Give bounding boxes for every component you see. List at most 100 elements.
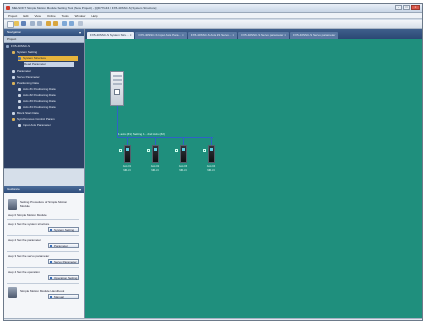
- step0-text: step 0 Simple Motion Module: [8, 213, 47, 217]
- tree-node-servo-parameter[interactable]: Servo Parameter: [12, 75, 40, 80]
- minimize-button[interactable]: -: [395, 5, 402, 10]
- divider: [7, 267, 79, 268]
- tree-node-axis2-data[interactable]: Axis #2 Positioning Data: [18, 93, 56, 98]
- structure-icon: [18, 57, 21, 60]
- folder-icon: [12, 82, 15, 85]
- manual-button[interactable]: Manual: [48, 294, 79, 299]
- servo-amp-axis2[interactable]: [152, 145, 159, 163]
- tab-system-structure[interactable]: FX5-40SSC-S System Stru... ×: [87, 32, 135, 39]
- pin-icon[interactable]: ▾: [79, 30, 81, 35]
- tab-close-icon[interactable]: ×: [130, 32, 132, 39]
- data-icon: [18, 88, 21, 91]
- servo-parameter-button[interactable]: Servo Parameter: [48, 259, 79, 264]
- network-drop: [211, 137, 212, 145]
- tab-close-icon[interactable]: ×: [284, 32, 286, 39]
- axis-icon: [18, 124, 21, 127]
- folder-icon: [12, 51, 15, 54]
- close-button[interactable]: ×: [411, 5, 420, 10]
- monitor-icon[interactable]: [62, 21, 67, 26]
- tree-node-block-start[interactable]: Block Start Data: [12, 111, 39, 116]
- data-icon: [18, 94, 21, 97]
- motion-module[interactable]: [110, 71, 124, 106]
- servo-symbol-icon: [147, 149, 150, 152]
- title-bar: MELSOFT Simple Motion Module Setting Too…: [4, 4, 422, 13]
- operation-setting-button[interactable]: Operation Setting: [48, 275, 79, 280]
- window-title: MELSOFT Simple Motion Module Setting Too…: [12, 6, 157, 10]
- tree-node-sync-control[interactable]: Synchronous Control Param: [12, 117, 55, 122]
- navigation-header-label: Navigation: [7, 30, 22, 34]
- maximize-button[interactable]: □: [403, 5, 410, 10]
- parameter-icon: [12, 70, 15, 73]
- divider: [7, 283, 79, 284]
- data-icon: [18, 106, 21, 109]
- amp-display: [210, 148, 213, 151]
- project-tree: FX5-40SSC-S System Setting System Struct…: [4, 43, 84, 168]
- tab-input-axis[interactable]: FX5-40SSC-S Input Axis Para... ×: [135, 32, 187, 39]
- servo-icon: [12, 76, 15, 79]
- tab-close-icon[interactable]: ×: [232, 32, 234, 39]
- network-drop: [127, 137, 128, 145]
- servo-amp-axis3[interactable]: [180, 145, 187, 163]
- open-folder-icon[interactable]: [14, 21, 19, 26]
- amp-axis4-model: MR-J4: [207, 169, 215, 172]
- connector-icon: [114, 89, 120, 95]
- step2-text: step 2 Set the parameter: [8, 238, 42, 242]
- toolbar: [4, 20, 422, 29]
- write-to-module-icon[interactable]: [53, 21, 58, 26]
- module-led: [113, 83, 122, 85]
- servo-amp-axis1[interactable]: [124, 145, 131, 163]
- menu-help[interactable]: Help: [91, 13, 97, 18]
- panel-splitter[interactable]: [4, 168, 84, 187]
- tree-node-system-structure[interactable]: System Structure: [18, 56, 78, 61]
- system-structure-canvas[interactable]: 1 axis (#1) Setting 1 - 2nd Axis (#2) Ax…: [85, 39, 422, 318]
- module-icon: [6, 45, 9, 48]
- tree-node-axis4-data[interactable]: Axis #4 Positioning Data: [18, 105, 56, 110]
- app-window: MELSOFT Simple Motion Module Setting Too…: [3, 3, 423, 321]
- tree-node-parameter[interactable]: Parameter: [12, 69, 31, 74]
- manual-title: Simple Motion Module Handbook: [20, 289, 65, 293]
- module-led: [113, 75, 122, 77]
- tab-servo-parameter-1[interactable]: FX5-40SSC-S Servo parameter ×: [238, 32, 290, 39]
- help-icon[interactable]: [78, 21, 83, 26]
- tree-node-axis1-data[interactable]: Axis #1 Positioning Data: [18, 87, 56, 92]
- document-tabs: FX5-40SSC-S System Stru... × FX5-40SSC-S …: [85, 29, 422, 39]
- procedure-title: Setting Procedure of Simple Motion Modul…: [20, 200, 68, 208]
- project-subheader: Project: [4, 36, 84, 43]
- menu-online[interactable]: Online: [47, 13, 56, 18]
- tab-close-icon[interactable]: ×: [182, 32, 184, 39]
- parameter-button[interactable]: Parameter: [48, 243, 79, 248]
- divider: [7, 251, 79, 252]
- tab-axis1-servo[interactable]: FX5-40SSC-S Axis #1 Servo... ×: [187, 32, 238, 39]
- tree-node-module[interactable]: FX5-40SSC-S: [6, 44, 30, 49]
- system-setting-button[interactable]: System Setting: [48, 227, 79, 232]
- copy-icon[interactable]: [37, 21, 42, 26]
- new-project-icon[interactable]: [7, 21, 14, 28]
- menu-window[interactable]: Window: [75, 13, 86, 18]
- network-label: 1 axis (#1) Setting 1 - 2nd Axis (#2): [118, 132, 165, 136]
- read-from-module-icon[interactable]: [46, 21, 51, 26]
- servo-symbol-icon: [175, 149, 178, 152]
- amp-axis4-label: Axis #4: [206, 165, 216, 168]
- servo-amp-axis4[interactable]: [208, 145, 215, 163]
- tree-node-input-axis[interactable]: Input Axis Parameter: [18, 123, 51, 128]
- save-icon[interactable]: [21, 21, 26, 26]
- guidance-header: Guidance ▾: [4, 186, 84, 193]
- status-bar: [4, 318, 422, 320]
- tree-node-system-setting[interactable]: System Setting: [12, 50, 37, 55]
- menu-project[interactable]: Project: [8, 13, 17, 18]
- menu-tools[interactable]: Tools: [62, 13, 69, 18]
- amp-display: [182, 148, 185, 151]
- tree-node-positioning-data[interactable]: Positioning Data: [12, 81, 39, 86]
- module-led: [113, 79, 122, 81]
- tree-node-axis3-data[interactable]: Axis #3 Positioning Data: [18, 99, 56, 104]
- menu-edit[interactable]: Edit: [23, 13, 28, 18]
- test-icon[interactable]: [69, 21, 74, 26]
- servo-symbol-icon: [119, 149, 122, 152]
- tab-servo-parameter-2[interactable]: FX5-40SSC-S Servo parameter: [290, 32, 339, 39]
- pin-icon[interactable]: ▾: [79, 187, 81, 192]
- tree-node-read-parameter[interactable]: Read Parameter: [24, 62, 74, 67]
- amp-display: [154, 148, 157, 151]
- cut-icon[interactable]: [30, 21, 35, 26]
- block-icon: [12, 112, 15, 115]
- menu-view[interactable]: View: [35, 13, 41, 18]
